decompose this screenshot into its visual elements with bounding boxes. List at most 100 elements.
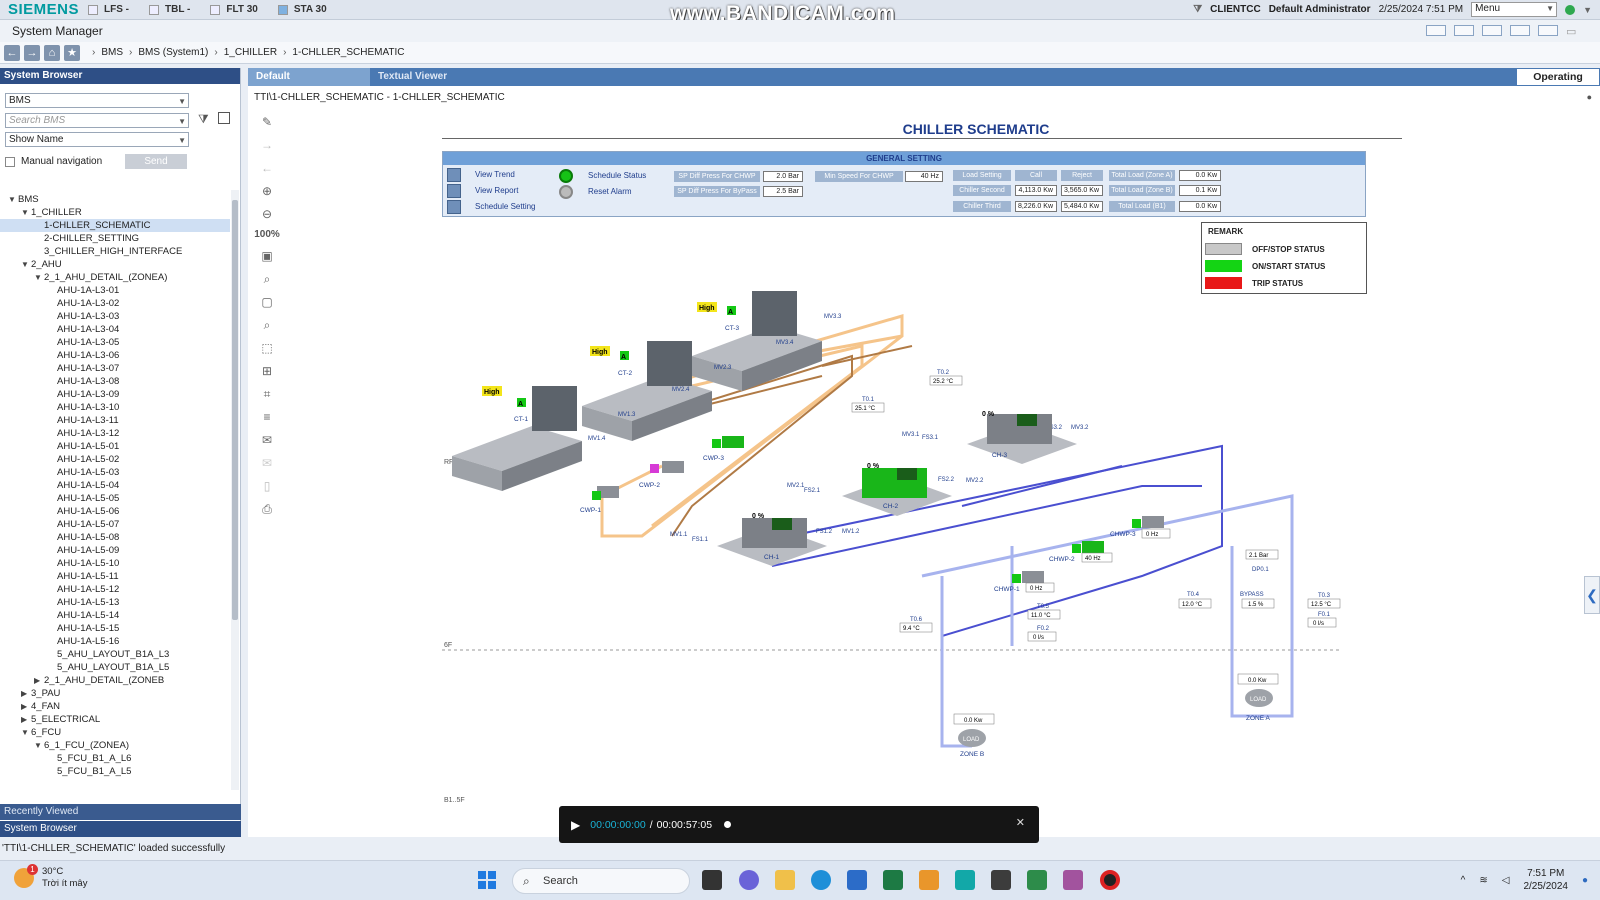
scroll-thumb[interactable] xyxy=(232,200,238,620)
layout-3-icon[interactable] xyxy=(1482,25,1502,36)
operating-badge[interactable]: Operating xyxy=(1516,68,1600,86)
expanded-triangle-icon[interactable]: ▼ xyxy=(8,193,18,206)
tree-item[interactable]: AHU-1A-L5-04 xyxy=(0,479,230,492)
excel-icon[interactable] xyxy=(883,870,903,890)
tab-textual-viewer[interactable]: Textual Viewer xyxy=(370,68,490,86)
chip-tbl[interactable]: TBL - xyxy=(149,4,190,15)
home-icon[interactable]: ⌂ xyxy=(44,44,60,61)
tree-item[interactable]: ▼ 2_AHU xyxy=(0,258,230,271)
zoom-out-icon[interactable]: ⊖ xyxy=(259,206,275,222)
tree-item[interactable]: AHU-1A-L5-16 xyxy=(0,635,230,648)
chiller-third-call[interactable]: 8,226.0 Kw xyxy=(1015,201,1057,212)
forward-arrow-icon[interactable]: → xyxy=(24,44,40,61)
system-browser-tab[interactable]: System Browser xyxy=(0,821,241,837)
expanded-triangle-icon[interactable]: ▼ xyxy=(21,726,31,739)
tree-item[interactable]: 3_CHILLER_HIGH_INTERFACE xyxy=(0,245,230,258)
tree-item[interactable]: AHU-1A-L5-07 xyxy=(0,518,230,531)
expanded-triangle-icon[interactable]: ▼ xyxy=(21,258,31,271)
windows-start-icon[interactable] xyxy=(478,871,496,889)
wifi-icon[interactable]: ≋ xyxy=(1479,875,1487,886)
tree-item[interactable]: AHU-1A-L5-14 xyxy=(0,609,230,622)
manual-navigation-checkbox[interactable] xyxy=(5,156,15,167)
select-area-icon[interactable]: ⬚ xyxy=(259,340,275,356)
tree-item[interactable]: AHU-1A-L5-12 xyxy=(0,583,230,596)
chiller-second-reject[interactable]: 3,565.0 Kw xyxy=(1061,185,1103,196)
app-purple-icon[interactable] xyxy=(1063,870,1083,890)
collapsed-triangle-icon[interactable]: ▶ xyxy=(34,674,44,687)
report-icon[interactable] xyxy=(447,184,461,198)
tree-item[interactable]: AHU-1A-L5-05 xyxy=(0,492,230,505)
seek-knob[interactable] xyxy=(724,821,732,828)
bandicam-record-icon[interactable] xyxy=(1100,870,1120,890)
cooling-tower-ct3[interactable]: High A CT-3 xyxy=(692,291,822,391)
tree-item[interactable]: ▶ 3_PAU xyxy=(0,687,230,700)
tree-item[interactable]: AHU-1A-L3-08 xyxy=(0,375,230,388)
tree-item[interactable]: AHU-1A-L5-08 xyxy=(0,531,230,544)
expanded-triangle-icon[interactable]: ▼ xyxy=(34,271,44,284)
tree-item[interactable]: ▼ 6_FCU xyxy=(0,726,230,739)
side-panel-chevron-icon[interactable]: ❮ xyxy=(1584,576,1600,614)
tray-chevron-icon[interactable]: ^ xyxy=(1461,875,1466,886)
trend-icon[interactable] xyxy=(447,168,461,182)
tree-item[interactable]: ▼ BMS xyxy=(0,193,230,206)
tree-item[interactable]: AHU-1A-L5-11 xyxy=(0,570,230,583)
collapse-icon[interactable]: ✕ xyxy=(1016,816,1025,829)
view-report-link[interactable]: View Report xyxy=(475,186,518,195)
forward-icon[interactable]: → xyxy=(259,137,275,153)
tree-item[interactable]: AHU-1A-L5-10 xyxy=(0,557,230,570)
search-icon[interactable]: ⌕ xyxy=(259,271,275,287)
clock[interactable]: 7:51 PM 2/25/2024 xyxy=(1523,867,1568,893)
save-icon[interactable] xyxy=(218,112,230,124)
pen-icon[interactable]: ✎ xyxy=(259,114,275,130)
condenser-pump-cwp1[interactable]: CWP-1 xyxy=(580,486,619,514)
tree-item[interactable]: AHU-1A-L5-03 xyxy=(0,466,230,479)
tree-scrollbar[interactable] xyxy=(231,190,239,790)
tree-item[interactable]: 5_AHU_LAYOUT_B1A_L3 xyxy=(0,648,230,661)
tree-item[interactable]: AHU-1A-L3-09 xyxy=(0,388,230,401)
play-icon[interactable]: ▶ xyxy=(571,818,580,832)
tree-item[interactable]: 1-CHLLER_SCHEMATIC xyxy=(0,219,230,232)
view-trend-link[interactable]: View Trend xyxy=(475,170,515,179)
tree-item[interactable]: 2-CHILLER_SETTING xyxy=(0,232,230,245)
view-select[interactable]: BMS xyxy=(5,93,189,108)
crumb-schematic[interactable]: 1-CHLLER_SCHEMATIC xyxy=(292,47,404,58)
store-icon[interactable] xyxy=(847,870,867,890)
crumb-bms-system[interactable]: BMS (System1) xyxy=(138,47,208,58)
chw-pump-chwp2[interactable]: CHWP-2 40 Hz xyxy=(1049,541,1113,563)
layout-5-icon[interactable] xyxy=(1538,25,1558,36)
expand-chevron-icon[interactable]: ▼ xyxy=(1583,5,1592,15)
notifications-icon[interactable]: ● xyxy=(1582,875,1588,886)
min-speed-value[interactable]: 40 Hz xyxy=(905,171,943,182)
fit-icon[interactable]: ▣ xyxy=(259,248,275,264)
app-orange-icon[interactable] xyxy=(919,870,939,890)
comment-icon[interactable]: ✉ xyxy=(259,432,275,448)
volume-icon[interactable]: ◁ xyxy=(1502,875,1510,886)
taskbar-search[interactable]: ⌕ Search xyxy=(512,868,690,894)
tree-item[interactable]: ▶ 2_1_AHU_DETAIL_(ZONEB xyxy=(0,674,230,687)
tree-item[interactable]: AHU-1A-L5-13 xyxy=(0,596,230,609)
filter-icon[interactable]: ⧩ xyxy=(1193,4,1202,15)
crumb-chiller[interactable]: 1_CHILLER xyxy=(224,47,277,58)
chiller-ch2[interactable]: 0 % CH-2 xyxy=(842,463,952,516)
tree-item[interactable]: ▶ 4_FAN xyxy=(0,700,230,713)
layout-1-icon[interactable] xyxy=(1426,25,1446,36)
pin-icon[interactable]: ● xyxy=(1587,92,1592,102)
collapsed-triangle-icon[interactable]: ▶ xyxy=(21,713,31,726)
manual-navigation[interactable]: Manual navigation xyxy=(5,156,102,167)
comment-disabled-icon[interactable]: ✉ xyxy=(259,455,275,471)
zoom-level[interactable]: 100% xyxy=(254,229,280,240)
edge-icon[interactable] xyxy=(811,870,831,890)
tree-item[interactable]: ▼ 1_CHILLER xyxy=(0,206,230,219)
file-explorer-icon[interactable] xyxy=(775,870,795,890)
crop-icon[interactable]: ⌗ xyxy=(259,386,275,402)
chip-flt[interactable]: FLT 30 xyxy=(210,4,258,15)
sp-bypass-value[interactable]: 2.5 Bar xyxy=(763,186,803,197)
task-view-icon[interactable] xyxy=(702,870,722,890)
search-input[interactable]: Search BMS xyxy=(5,113,189,128)
tree-item[interactable]: AHU-1A-L3-05 xyxy=(0,336,230,349)
sp-chwp-value[interactable]: 2.0 Bar xyxy=(763,171,803,182)
frame-icon[interactable]: ▢ xyxy=(259,294,275,310)
favorite-star-icon[interactable]: ★ xyxy=(64,44,80,61)
chip-sta[interactable]: STA 30 xyxy=(277,4,327,15)
condenser-pump-cwp3[interactable]: CWP-3 xyxy=(703,436,744,462)
